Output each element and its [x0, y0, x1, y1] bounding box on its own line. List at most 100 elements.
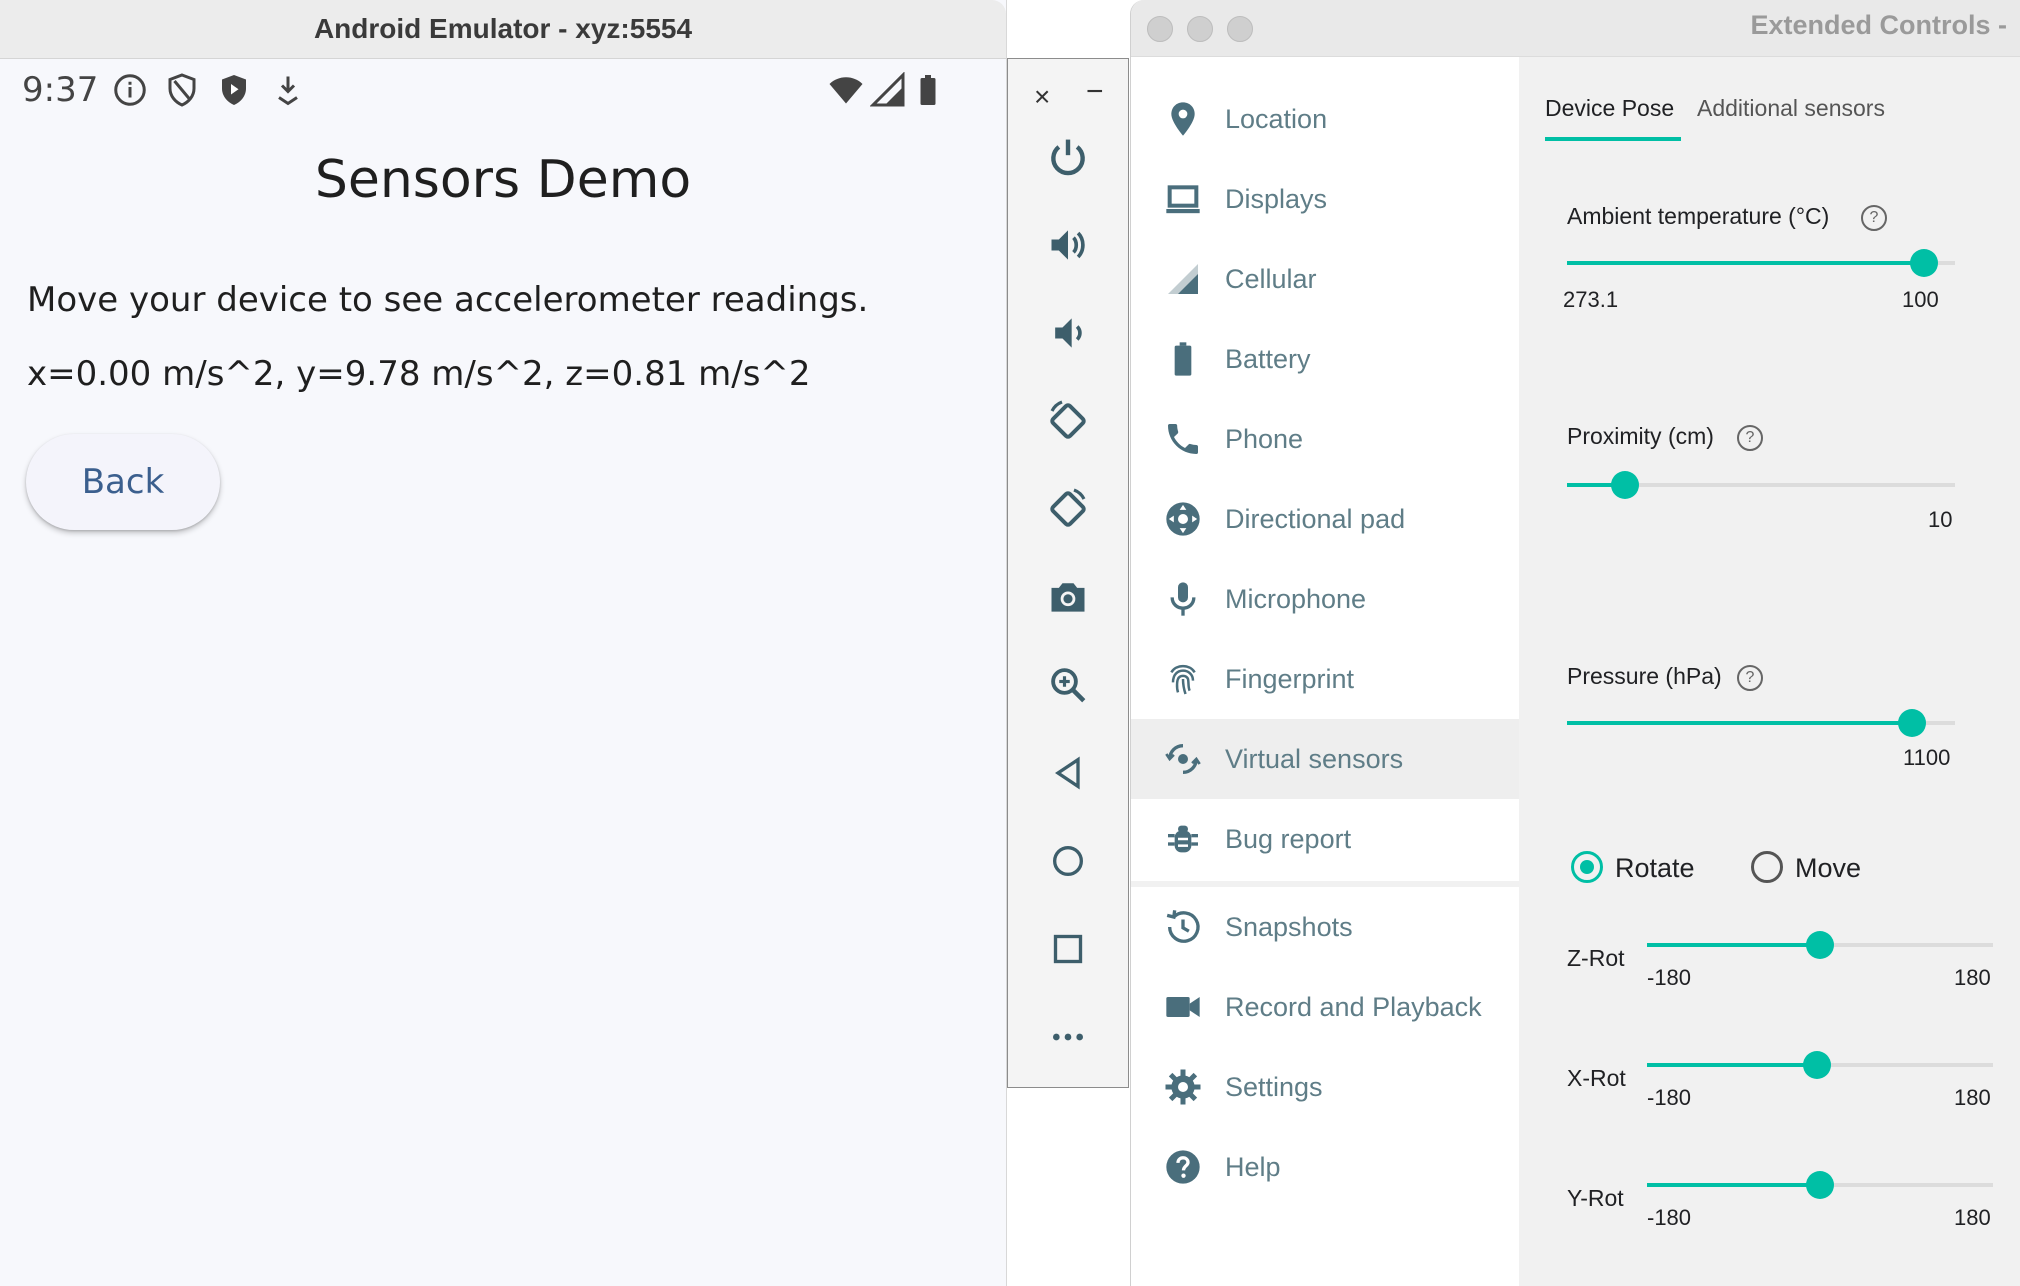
nav-label: Battery [1225, 343, 1311, 374]
history-icon [1166, 910, 1200, 943]
rotate-left-button[interactable] [1042, 395, 1094, 447]
instruction-text: Move your device to see accelerometer re… [27, 280, 869, 320]
nav-item-phone[interactable]: Phone [1131, 399, 1519, 479]
zoom-button[interactable] [1042, 659, 1094, 711]
volume-up-button[interactable] [1042, 219, 1094, 271]
overview-square-icon [1053, 934, 1083, 964]
move-radio[interactable] [1751, 851, 1783, 883]
cellular-icon [1168, 264, 1198, 294]
nav-label: Settings [1225, 1071, 1323, 1102]
y-rot-slider-fill [1647, 1183, 1820, 1187]
emulator-window: Android Emulator - xyz:5554 9:37 Sensors… [0, 0, 1007, 1286]
more-button[interactable] [1042, 1011, 1094, 1063]
x-rot-slider-fill [1647, 1063, 1817, 1067]
nav-label: Microphone [1225, 583, 1367, 614]
nav-label: Displays [1225, 183, 1328, 214]
nav-item-battery[interactable]: Battery [1131, 319, 1519, 399]
rotate-left-icon [1050, 400, 1086, 439]
pressure-slider[interactable] [1567, 709, 1955, 737]
y-rot-max: 180 [1954, 1205, 1991, 1230]
ambient-temperature-label: Ambient temperature (°C) [1567, 203, 1830, 229]
help-icon [1166, 1150, 1200, 1184]
back-button[interactable]: Back [26, 434, 220, 530]
fingerprint-icon [1170, 664, 1196, 695]
x-rot-min: -180 [1647, 1085, 1692, 1110]
proximity-help-icon[interactable]: ? [1737, 425, 1763, 451]
home-button[interactable] [1042, 835, 1094, 887]
status-bar: 9:37 [0, 60, 1006, 116]
rotate-radio[interactable] [1571, 851, 1603, 883]
x-rot-slider-thumb[interactable] [1802, 1051, 1831, 1079]
battery-icon [1174, 342, 1192, 376]
volume-down-button[interactable] [1042, 307, 1094, 359]
overview-button[interactable] [1042, 923, 1094, 975]
extended-titlebar[interactable]: Extended Controls - [1131, 0, 2020, 57]
status-time: 9:37 [22, 70, 99, 110]
toolbar-window-controls: × − [1008, 69, 1128, 119]
z-rot-slider[interactable] [1647, 931, 1993, 959]
ambient-slider[interactable] [1567, 249, 1955, 277]
app-title: Sensors Demo [314, 150, 692, 210]
close-icon[interactable]: × [1034, 81, 1050, 113]
extended-controls-window: Extended Controls - Location Displays Ce… [1130, 0, 2020, 1286]
dpad-icon [1166, 502, 1200, 536]
nav-label: Fingerprint [1225, 663, 1355, 694]
y-rot-slider-thumb[interactable] [1806, 1171, 1834, 1199]
pressure-slider-fill [1567, 721, 1913, 725]
display-icon [1166, 185, 1200, 214]
nav-item-displays[interactable]: Displays [1131, 159, 1519, 239]
rotate-radio-label[interactable]: Rotate [1615, 853, 1695, 884]
nav-item-fingerprint[interactable]: Fingerprint [1131, 639, 1519, 719]
nav-item-snapshots[interactable]: Snapshots [1131, 887, 1519, 967]
pressure-help-icon[interactable]: ? [1737, 665, 1763, 691]
move-radio-label[interactable]: Move [1795, 853, 1861, 884]
nav-item-help[interactable]: Help [1131, 1127, 1519, 1207]
shield-play-icon [222, 75, 246, 105]
z-rot-slider-thumb[interactable] [1806, 931, 1834, 959]
proximity-max-value: 10 [1928, 507, 1953, 532]
extended-nav: Location Displays Cellular Battery Phone… [1131, 57, 1519, 1286]
accelerometer-reading: x=0.00 m/s^2, y=9.78 m/s^2, z=0.81 m/s^2 [27, 354, 811, 394]
close-window-button[interactable] [1147, 16, 1173, 42]
tab-additional-sensors[interactable]: Additional sensors [1697, 95, 1885, 122]
rotate-right-button[interactable] [1042, 483, 1094, 535]
ambient-slider-fill [1567, 261, 1924, 265]
nav-item-microphone[interactable]: Microphone [1131, 559, 1519, 639]
ambient-min-value: 273.1 [1563, 287, 1619, 312]
proximity-slider-thumb[interactable] [1611, 471, 1640, 499]
home-circle-icon [1053, 846, 1083, 876]
proximity-slider[interactable] [1567, 471, 1955, 499]
ambient-help-icon[interactable]: ? [1861, 205, 1887, 231]
emulator-titlebar[interactable]: Android Emulator - xyz:5554 [0, 0, 1006, 59]
z-rot-slider-fill [1647, 943, 1820, 947]
gear-icon [1165, 1069, 1201, 1105]
nav-item-record-playback[interactable]: Record and Playback [1131, 967, 1519, 1047]
wifi-icon [829, 77, 863, 104]
minimize-icon[interactable]: − [1086, 75, 1104, 109]
nav-label: Help [1225, 1151, 1281, 1182]
ambient-slider-thumb[interactable] [1909, 249, 1938, 277]
back-triangle-icon [1054, 756, 1080, 790]
pressure-max-value: 1100 [1903, 745, 1951, 770]
ambient-max-value: 100 [1902, 287, 1939, 312]
nav-item-location[interactable]: Location [1131, 79, 1519, 159]
zoom-window-button[interactable] [1227, 16, 1253, 42]
nav-item-cellular[interactable]: Cellular [1131, 239, 1519, 319]
extended-title: Extended Controls - [1750, 10, 2007, 40]
pressure-slider-thumb[interactable] [1898, 709, 1927, 737]
nav-item-virtual-sensors[interactable]: Virtual sensors [1131, 719, 1519, 799]
nav-item-directional-pad[interactable]: Directional pad [1131, 479, 1519, 559]
nav-item-bug-report[interactable]: Bug report [1131, 799, 1519, 879]
power-button[interactable] [1042, 131, 1094, 183]
tab-device-pose[interactable]: Device Pose [1545, 95, 1674, 122]
screenshot-button[interactable] [1042, 571, 1094, 623]
more-icon [1053, 1033, 1083, 1041]
tab-underline [1545, 137, 1681, 141]
nav-label: Cellular [1225, 263, 1317, 294]
y-rot-slider[interactable] [1647, 1171, 1993, 1199]
nav-label: Snapshots [1225, 911, 1353, 942]
minimize-window-button[interactable] [1187, 16, 1213, 42]
back-nav-button[interactable] [1042, 747, 1094, 799]
nav-item-settings[interactable]: Settings [1131, 1047, 1519, 1127]
x-rot-slider[interactable] [1647, 1051, 1993, 1079]
